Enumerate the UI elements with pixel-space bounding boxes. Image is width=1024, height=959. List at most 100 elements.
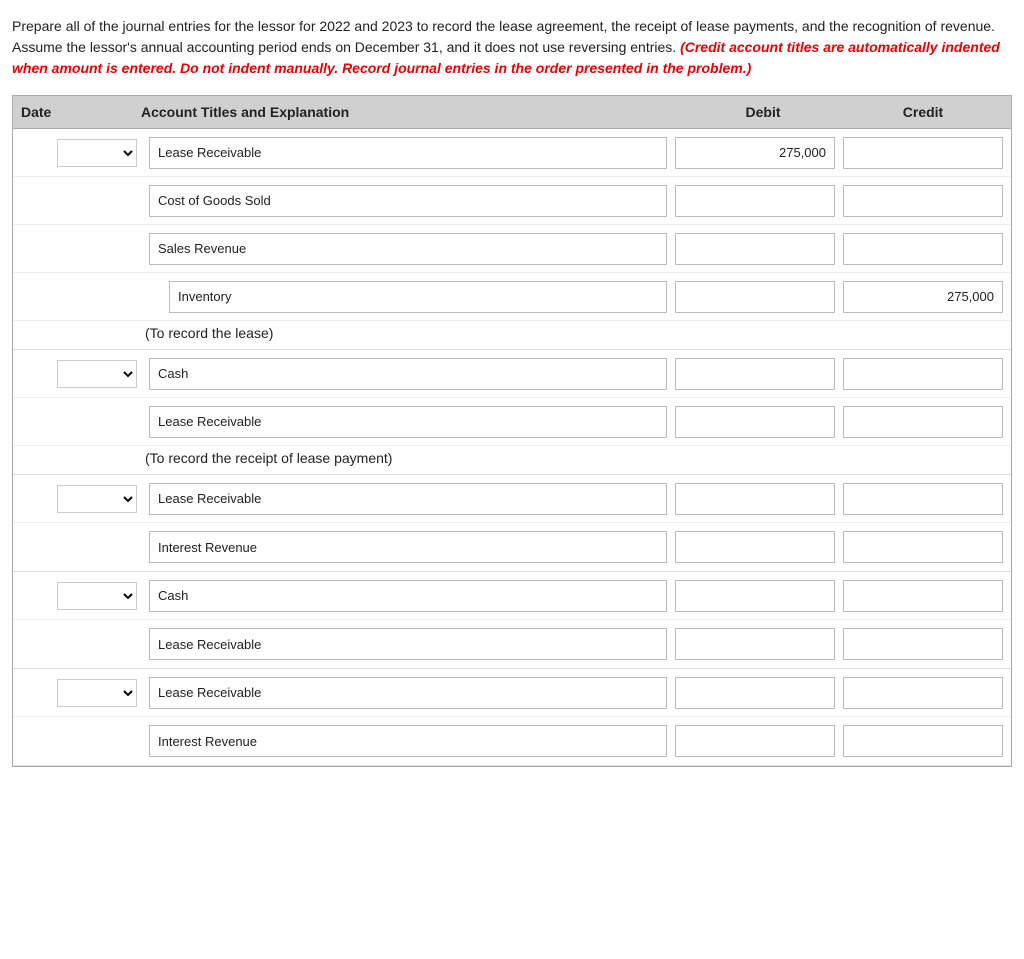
credit-input[interactable] (843, 281, 1003, 313)
table-row (13, 225, 1011, 273)
credit-cell (843, 677, 1003, 709)
account-cell (149, 358, 667, 390)
note-text: (To record the lease) (141, 325, 683, 341)
account-title-input[interactable] (149, 406, 667, 438)
header-debit: Debit (683, 104, 843, 120)
entry-group-2: (To record the receipt of lease payment) (13, 350, 1011, 475)
journal-table: (To record the lease) (To record the rece… (12, 129, 1012, 767)
header-account: Account Titles and Explanation (141, 104, 683, 120)
credit-cell (843, 483, 1003, 515)
debit-cell (675, 281, 835, 313)
debit-input[interactable] (675, 406, 835, 438)
debit-cell (675, 137, 835, 169)
debit-input[interactable] (675, 137, 835, 169)
table-row (13, 620, 1011, 668)
credit-input[interactable] (843, 483, 1003, 515)
date-cell (21, 582, 141, 610)
debit-cell (675, 725, 835, 757)
date-select[interactable] (57, 139, 137, 167)
table-row (13, 475, 1011, 523)
date-select[interactable] (57, 582, 137, 610)
entry-group-4 (13, 572, 1011, 669)
debit-input[interactable] (675, 233, 835, 265)
credit-input[interactable] (843, 531, 1003, 563)
credit-input[interactable] (843, 406, 1003, 438)
table-row (13, 177, 1011, 225)
debit-cell (675, 185, 835, 217)
debit-cell (675, 358, 835, 390)
debit-input[interactable] (675, 358, 835, 390)
note-row: (To record the lease) (13, 321, 1011, 349)
debit-cell (675, 406, 835, 438)
credit-cell (843, 233, 1003, 265)
page-container: Prepare all of the journal entries for t… (0, 0, 1024, 959)
account-cell (149, 233, 667, 265)
account-title-input[interactable] (149, 531, 667, 563)
note-row: (To record the receipt of lease payment) (13, 446, 1011, 474)
debit-cell (675, 628, 835, 660)
account-cell (149, 185, 667, 217)
debit-input[interactable] (675, 281, 835, 313)
date-cell (21, 360, 141, 388)
credit-input[interactable] (843, 628, 1003, 660)
entry-group-1: (To record the lease) (13, 129, 1011, 350)
account-title-input[interactable] (149, 628, 667, 660)
credit-input[interactable] (843, 233, 1003, 265)
header-credit: Credit (843, 104, 1003, 120)
account-title-input[interactable] (149, 580, 667, 612)
credit-input[interactable] (843, 185, 1003, 217)
account-cell (149, 406, 667, 438)
table-header: Date Account Titles and Explanation Debi… (12, 95, 1012, 129)
debit-cell (675, 233, 835, 265)
account-title-input[interactable] (149, 185, 667, 217)
table-row (13, 398, 1011, 446)
credit-cell (843, 137, 1003, 169)
instructions-block: Prepare all of the journal entries for t… (12, 16, 1012, 79)
credit-input[interactable] (843, 358, 1003, 390)
credit-cell (843, 185, 1003, 217)
debit-input[interactable] (675, 677, 835, 709)
account-title-input[interactable] (149, 725, 667, 757)
date-select[interactable] (57, 485, 137, 513)
account-title-input[interactable] (149, 137, 667, 169)
account-title-input[interactable] (149, 483, 667, 515)
credit-cell (843, 580, 1003, 612)
table-row (13, 350, 1011, 398)
table-row (13, 523, 1011, 571)
credit-cell (843, 281, 1003, 313)
header-date: Date (21, 104, 141, 120)
debit-input[interactable] (675, 531, 835, 563)
date-cell (21, 139, 141, 167)
account-cell (149, 137, 667, 169)
date-select[interactable] (57, 679, 137, 707)
account-title-input[interactable] (169, 281, 667, 313)
account-cell (149, 483, 667, 515)
entry-group-5 (13, 669, 1011, 766)
debit-input[interactable] (675, 628, 835, 660)
credit-input[interactable] (843, 677, 1003, 709)
table-row (13, 669, 1011, 717)
debit-input[interactable] (675, 483, 835, 515)
credit-input[interactable] (843, 725, 1003, 757)
credit-cell (843, 358, 1003, 390)
entry-group-3 (13, 475, 1011, 572)
debit-cell (675, 580, 835, 612)
debit-input[interactable] (675, 725, 835, 757)
debit-input[interactable] (675, 185, 835, 217)
date-cell (21, 679, 141, 707)
credit-cell (843, 725, 1003, 757)
account-cell (149, 628, 667, 660)
debit-cell (675, 677, 835, 709)
credit-input[interactable] (843, 137, 1003, 169)
account-title-input[interactable] (149, 677, 667, 709)
table-row (13, 717, 1011, 765)
debit-input[interactable] (675, 580, 835, 612)
date-select[interactable] (57, 360, 137, 388)
account-title-input[interactable] (149, 233, 667, 265)
credit-cell (843, 406, 1003, 438)
debit-cell (675, 483, 835, 515)
note-text: (To record the receipt of lease payment) (141, 450, 683, 466)
account-cell (149, 531, 667, 563)
account-title-input[interactable] (149, 358, 667, 390)
credit-input[interactable] (843, 580, 1003, 612)
